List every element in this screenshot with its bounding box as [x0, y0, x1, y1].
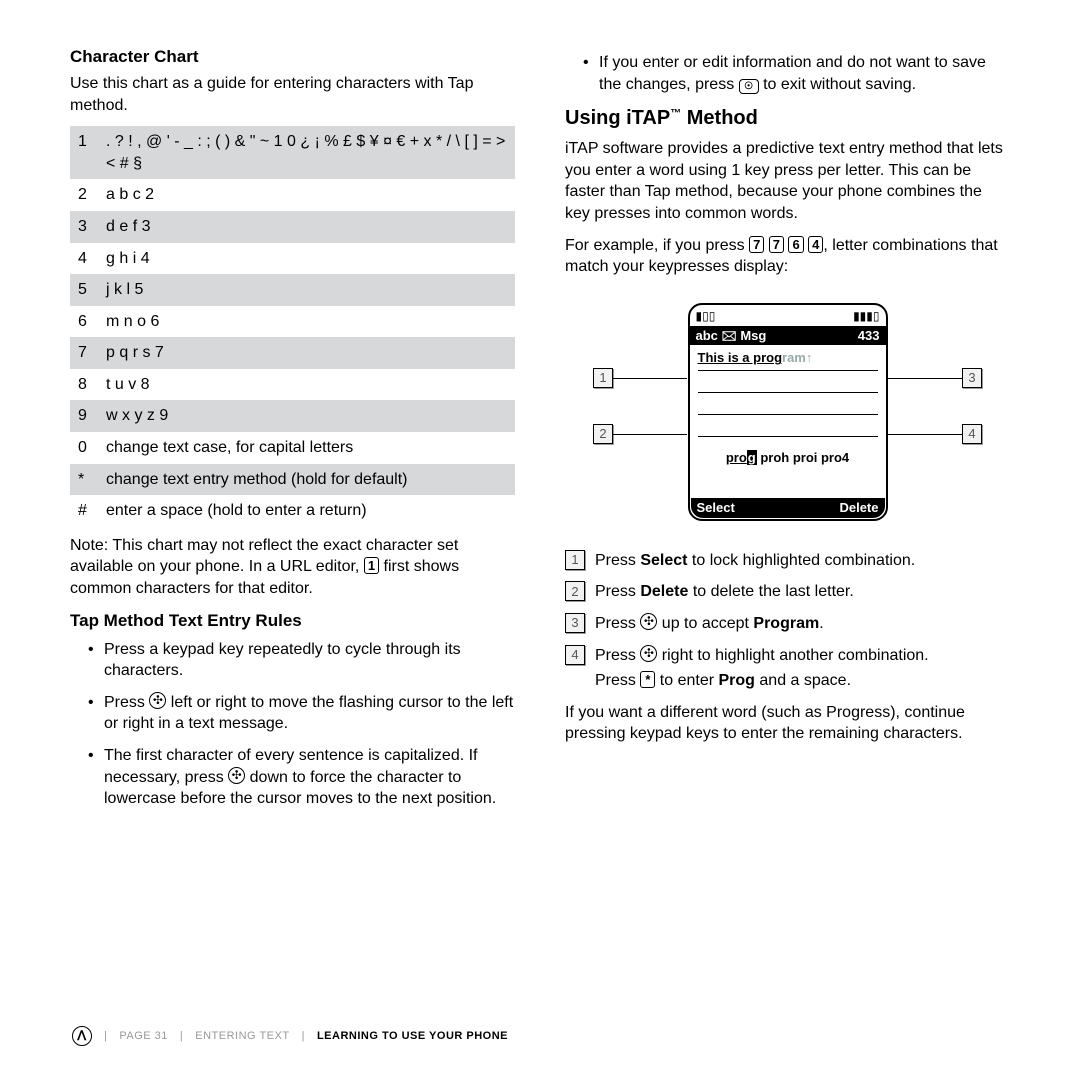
softkey-left-label: Select	[697, 499, 735, 517]
key-icon: 7	[749, 236, 764, 253]
table-val: . ? ! , @ ' - _ : ; ( ) & " ~ 1 0 ¿ ¡ % …	[98, 126, 515, 179]
list-item: If you enter or edit information and do …	[583, 52, 1010, 95]
closing-text: If you want a different word (such as Pr…	[565, 702, 1010, 745]
page-footer: ᐱ | PAGE 31 | ENTERING TEXT | LEARNING T…	[72, 1026, 508, 1046]
character-table: 1. ? ! , @ ' - _ : ; ( ) & " ~ 1 0 ¿ ¡ %…	[70, 126, 515, 527]
end-key-icon: ☉	[739, 79, 759, 94]
heading-character-chart: Character Chart	[70, 46, 515, 69]
nav-key-icon	[640, 645, 657, 662]
table-val: j k l 5	[98, 274, 515, 306]
callout-1: 1	[593, 368, 613, 388]
table-key: 5	[70, 274, 98, 306]
table-val: g h i 4	[98, 243, 515, 275]
table-key: 6	[70, 306, 98, 338]
step-number: 4	[565, 645, 585, 665]
callout-4: 4	[962, 424, 982, 444]
screen-suggestions: prog proh proi pro4	[698, 449, 878, 467]
screen-mode-label: abc 🖂 Msg	[696, 327, 767, 345]
callout-3: 3	[962, 368, 982, 388]
screen-char-count: 433	[858, 327, 880, 345]
footer-page-label: PAGE 31	[119, 1030, 168, 1042]
tap-rules-list: Press a keypad key repeatedly to cycle t…	[88, 639, 515, 810]
key-icon: 4	[808, 236, 823, 253]
phone-figure: 1 2 3 4 ▮▯▯ ▮▮▮▯ abc 🖂 Msg 433 This is a p…	[565, 292, 1010, 532]
table-key: 9	[70, 400, 98, 432]
table-key: 2	[70, 179, 98, 211]
table-key: 7	[70, 337, 98, 369]
table-key: 3	[70, 211, 98, 243]
key-icon: 1	[364, 557, 379, 574]
table-val: p q r s 7	[98, 337, 515, 369]
list-item: The first character of every sentence is…	[88, 745, 515, 810]
footer-crumb-current: LEARNING TO USE YOUR PHONE	[317, 1030, 508, 1042]
step-text: Press Delete to delete the last letter.	[595, 581, 1010, 603]
step-list: 1 Press Select to lock highlighted combin…	[565, 550, 1010, 692]
softkey-right-label: Delete	[839, 499, 878, 517]
itap-intro: iTAP software provides a predictive text…	[565, 138, 1010, 224]
list-item: Press a keypad key repeatedly to cycle t…	[88, 639, 515, 682]
motorola-logo-icon: ᐱ	[72, 1026, 92, 1046]
table-key: 1	[70, 126, 98, 179]
char-chart-intro: Use this chart as a guide for entering c…	[70, 73, 515, 116]
key-icon: 6	[788, 236, 803, 253]
table-val: change text case, for capital letters	[98, 432, 515, 464]
table-key: 8	[70, 369, 98, 401]
screen-typed-text: This is a prog	[698, 350, 783, 365]
step-text: Press up to accept Program.	[595, 613, 1010, 635]
signal-icon: ▮▯▯	[696, 308, 716, 324]
heading-tap-rules: Tap Method Text Entry Rules	[70, 610, 515, 633]
phone-screen: ▮▯▯▮▮▮▯ abc 🖂 Msg433 This is a program↑ …	[688, 303, 888, 521]
step-text: Press Select to lock highlighted combina…	[595, 550, 1010, 572]
table-key: 0	[70, 432, 98, 464]
footer-crumb: ENTERING TEXT	[195, 1030, 289, 1042]
battery-icon: ▮▮▮▯	[853, 308, 879, 324]
list-item: Press left or right to move the flashing…	[88, 692, 515, 735]
callout-2: 2	[593, 424, 613, 444]
table-key: 4	[70, 243, 98, 275]
nav-key-icon	[640, 613, 657, 630]
nav-key-icon	[149, 692, 166, 709]
step-number: 3	[565, 613, 585, 633]
top-bullet-list: If you enter or edit information and do …	[583, 52, 1010, 95]
nav-key-icon	[228, 767, 245, 784]
table-val: enter a space (hold to enter a return)	[98, 495, 515, 527]
table-val: d e f 3	[98, 211, 515, 243]
table-val: a b c 2	[98, 179, 515, 211]
step-number: 2	[565, 581, 585, 601]
table-val: change text entry method (hold for defau…	[98, 464, 515, 496]
table-val: w x y z 9	[98, 400, 515, 432]
heading-itap: Using iTAP™ Method	[565, 105, 1010, 132]
table-val: m n o 6	[98, 306, 515, 338]
step-text: Press right to highlight another combina…	[595, 645, 1010, 692]
table-val: t u v 8	[98, 369, 515, 401]
table-key: #	[70, 495, 98, 527]
char-chart-note: Note: This chart may not reflect the exa…	[70, 535, 515, 600]
key-icon: *	[640, 671, 655, 688]
step-number: 1	[565, 550, 585, 570]
table-key: *	[70, 464, 98, 496]
screen-ghost-text: ram↑	[782, 350, 812, 365]
itap-example: For example, if you press 7 7 6 4, lette…	[565, 235, 1010, 278]
key-icon: 7	[769, 236, 784, 253]
